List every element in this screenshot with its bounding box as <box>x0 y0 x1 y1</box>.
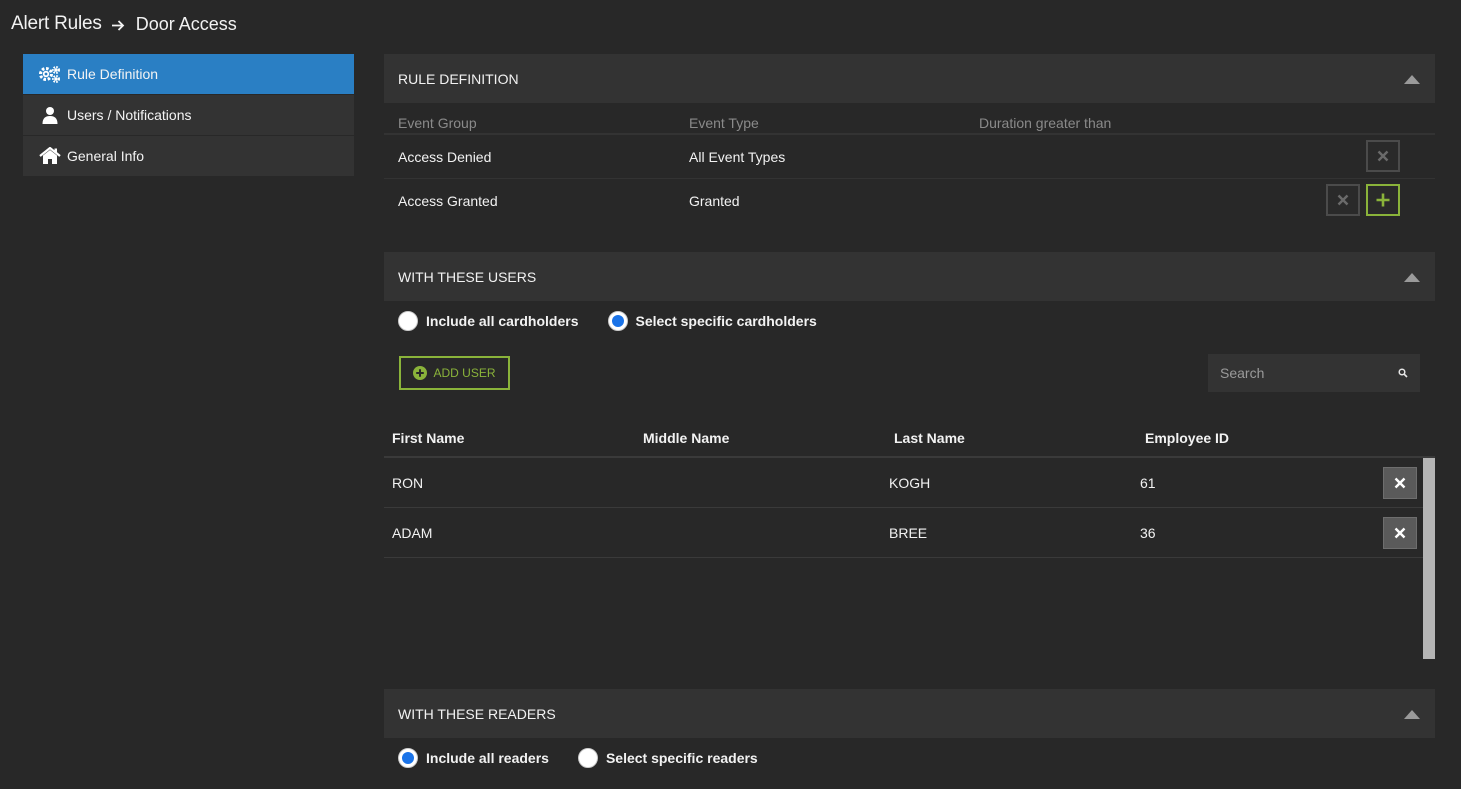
table-row: ADAM BREE 36 <box>384 508 1423 558</box>
remove-rule-button[interactable] <box>1326 184 1360 216</box>
row-actions <box>1326 184 1400 216</box>
add-user-label: ADD USER <box>433 366 496 380</box>
select-specific-cardholders-option[interactable]: Select specific cardholders <box>607 311 817 331</box>
event-type-cell: All Event Types <box>689 148 786 165</box>
chevron-up-icon[interactable] <box>1404 709 1420 719</box>
event-group-cell: Access Granted <box>398 193 498 209</box>
sidebar-item-label: General Info <box>67 148 145 164</box>
sidebar-item-users-notifications[interactable]: Users / Notifications <box>23 95 354 136</box>
chevron-up-icon[interactable] <box>1404 74 1420 84</box>
panel-title: WITH THESE USERS <box>398 268 537 285</box>
sidebar-item-general-info[interactable]: General Info <box>23 136 354 177</box>
select-specific-readers-option[interactable]: Select specific readers <box>577 748 758 768</box>
table-row: RON KOGH 61 <box>384 458 1423 508</box>
reader-radio-group: Include all readers Select specific read… <box>384 738 1435 778</box>
column-header: Event Type <box>689 115 759 131</box>
include-all-cardholders-option[interactable]: Include all cardholders <box>398 311 579 331</box>
table-row: Access Denied All Event Types <box>384 135 1435 179</box>
sidebar-item-label: Users / Notifications <box>67 107 192 123</box>
close-icon <box>1394 527 1406 539</box>
users-table-body: RON KOGH 61 ADAM BREE 36 <box>384 458 1435 659</box>
search-input[interactable] <box>1220 365 1380 381</box>
search-box <box>1208 354 1420 392</box>
table-row: Access Granted Granted <box>384 179 1435 223</box>
last-name-cell: KOGH <box>889 474 931 491</box>
search-icon[interactable] <box>1398 368 1408 378</box>
chevron-up-icon[interactable] <box>1404 272 1420 282</box>
remove-rule-button[interactable] <box>1366 140 1400 172</box>
plus-circle-icon <box>413 366 428 380</box>
radio-button[interactable] <box>398 311 418 331</box>
add-rule-button[interactable] <box>1366 184 1400 216</box>
cardholder-radio-group: Include all cardholders Select specific … <box>384 301 1435 341</box>
event-group-cell: Access Denied <box>398 148 492 165</box>
column-header-first-name[interactable]: First Name <box>384 430 635 446</box>
include-all-readers-option[interactable]: Include all readers <box>398 748 549 768</box>
main-content: RULE DEFINITION Event Group Event Type D… <box>384 54 1435 768</box>
radio-label: Select specific cardholders <box>635 313 817 329</box>
column-header: Duration greater than <box>979 115 1112 131</box>
first-name-cell: ADAM <box>392 524 433 541</box>
remove-user-button[interactable] <box>1383 517 1417 549</box>
radio-label: Include all readers <box>426 750 549 766</box>
plus-icon <box>1376 193 1390 207</box>
event-type-cell: Granted <box>689 193 740 209</box>
first-name-cell: RON <box>392 474 424 491</box>
column-header-last-name[interactable]: Last Name <box>886 430 1137 446</box>
radio-label: Include all cardholders <box>426 313 579 329</box>
rule-definition-table: Event Group Event Type Duration greater … <box>384 103 1435 223</box>
row-actions <box>1366 140 1400 172</box>
user-icon <box>38 105 62 125</box>
users-table: First Name Middle Name Last Name Employe… <box>384 420 1435 659</box>
employee-id-cell: 36 <box>1140 524 1156 541</box>
scrollbar[interactable] <box>1423 458 1435 659</box>
remove-user-button[interactable] <box>1383 467 1417 499</box>
breadcrumb-current: Door Access <box>135 13 237 34</box>
column-header: Event Group <box>398 115 477 131</box>
gears-icon <box>38 64 62 84</box>
panel-title: RULE DEFINITION <box>398 70 519 87</box>
table-header: Event Group Event Type Duration greater … <box>384 103 1435 135</box>
radio-button-selected[interactable] <box>398 748 418 768</box>
close-icon <box>1394 477 1406 489</box>
add-user-button[interactable]: ADD USER <box>399 356 510 390</box>
sidebar-item-rule-definition[interactable]: Rule Definition <box>23 54 354 95</box>
close-icon <box>1377 150 1389 162</box>
users-header[interactable]: WITH THESE USERS <box>384 252 1435 301</box>
arrow-right-icon <box>111 17 126 32</box>
sidebar-item-label: Rule Definition <box>67 66 159 82</box>
scrollbar-thumb[interactable] <box>1423 458 1435 659</box>
readers-header[interactable]: WITH THESE READERS <box>384 689 1435 738</box>
radio-button[interactable] <box>577 748 598 768</box>
home-icon <box>38 146 62 166</box>
panel-title: WITH THESE READERS <box>398 705 556 722</box>
sidebar: Rule Definition Users / Notifications Ge… <box>23 54 354 177</box>
table-header: First Name Middle Name Last Name Employe… <box>384 420 1435 458</box>
breadcrumb: Alert Rules Door Access <box>11 12 237 36</box>
close-icon <box>1337 194 1349 206</box>
readers-section: WITH THESE READERS Include all readers S… <box>384 689 1435 778</box>
column-header-employee-id[interactable]: Employee ID <box>1137 430 1388 446</box>
radio-button-selected[interactable] <box>607 311 628 331</box>
last-name-cell: BREE <box>889 524 928 541</box>
breadcrumb-root[interactable]: Alert Rules <box>11 13 102 35</box>
rule-definition-header[interactable]: RULE DEFINITION <box>384 54 1435 103</box>
column-header-middle-name[interactable]: Middle Name <box>635 430 886 446</box>
radio-label: Select specific readers <box>605 750 758 766</box>
employee-id-cell: 61 <box>1140 474 1156 491</box>
